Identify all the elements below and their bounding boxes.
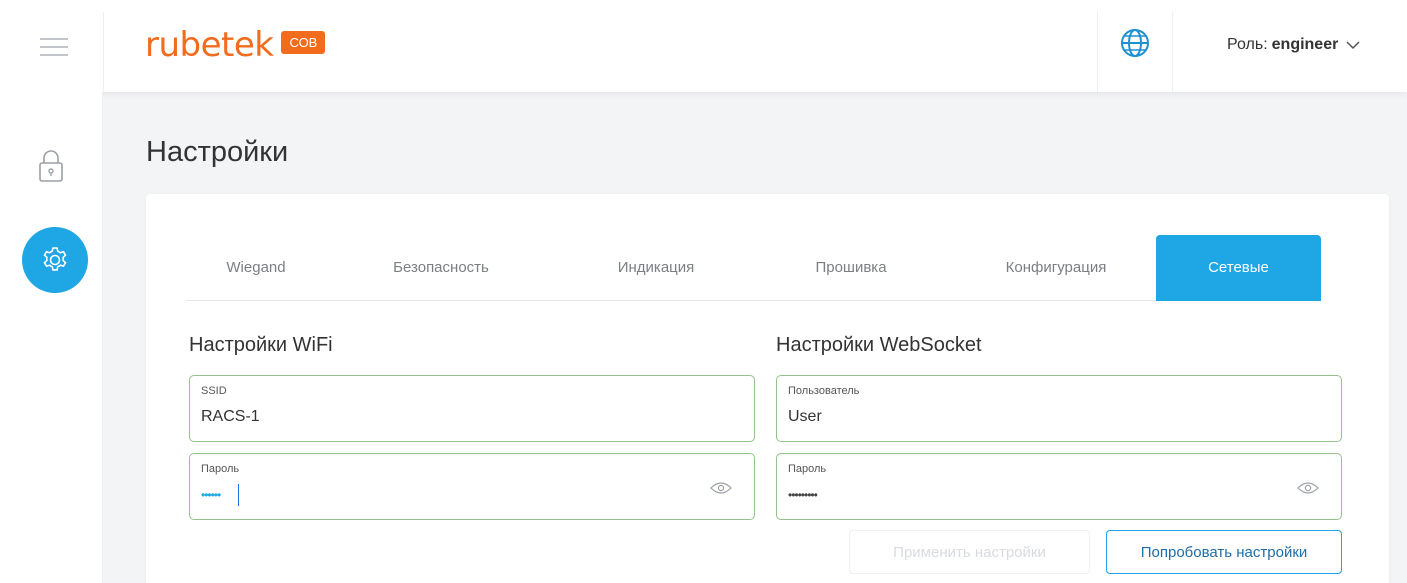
eye-icon[interactable] [710,480,732,496]
settings-card: Wiegand Безопасность Индикация Прошивка … [146,194,1389,583]
top-header: rubetek СОВ Роль: engineer [0,0,1407,92]
globe-icon[interactable] [1120,28,1150,58]
tab-configuration[interactable]: Конфигурация [961,235,1151,301]
settings-nav-button[interactable] [22,227,88,293]
lock-icon[interactable] [36,148,66,184]
user-label: Пользователь [788,385,860,397]
tab-security[interactable]: Безопасность [356,235,526,301]
wifi-section-title: Настройки WiFi [189,334,333,356]
websocket-password-value: ••••••••• [788,488,818,502]
user-value: User [788,408,822,425]
wifi-password-value: •••••• [201,488,221,502]
text-caret [238,484,239,506]
logo-badge: СОВ [281,30,326,54]
try-settings-button[interactable]: Попробовать настройки [1106,530,1342,574]
wifi-password-label: Пароль [201,463,240,475]
chevron-down-icon [1346,41,1360,50]
apply-settings-button[interactable]: Применить настройки [849,530,1090,574]
sidebar [0,92,103,583]
header-divider [1172,12,1173,92]
websocket-user-field[interactable]: Пользователь User [776,375,1342,442]
eye-icon[interactable] [1297,480,1319,496]
tab-indication[interactable]: Индикация [576,235,736,301]
header-divider [103,12,104,92]
tab-wiegand[interactable]: Wiegand [186,235,326,301]
websocket-password-field[interactable]: Пароль ••••••••• [776,453,1342,520]
ssid-label: SSID [201,385,227,397]
role-value: engineer [1271,36,1339,53]
wifi-ssid-field[interactable]: SSID RACS-1 [189,375,755,442]
page-title: Настройки [146,136,289,168]
ssid-value: RACS-1 [201,408,260,425]
role-label: Роль: [1227,36,1268,53]
wifi-password-field[interactable]: Пароль •••••• [189,453,755,520]
gear-icon [43,247,67,271]
tab-network[interactable]: Сетевые [1156,235,1321,301]
websocket-password-label: Пароль [788,463,827,475]
logo: rubetek СОВ [145,20,326,70]
role-dropdown[interactable]: Роль: engineer [1227,36,1360,54]
logo-text: rubetek [145,25,274,65]
tabs-bar: Wiegand Безопасность Индикация Прошивка … [186,235,1321,301]
menu-icon[interactable] [40,38,68,56]
websocket-section-title: Настройки WebSocket [776,334,982,356]
tab-firmware[interactable]: Прошивка [776,235,926,301]
header-divider [1097,12,1098,92]
